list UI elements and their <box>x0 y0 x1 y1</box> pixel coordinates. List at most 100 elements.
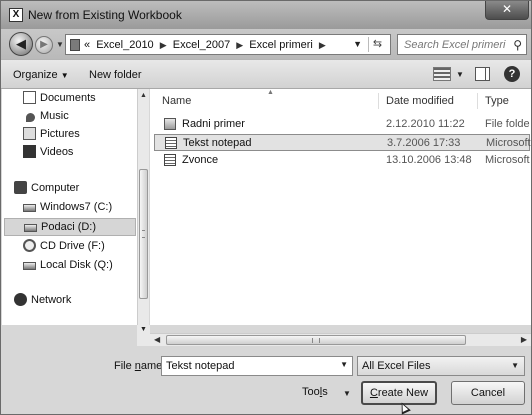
file-row-tekst-notepad[interactable]: Tekst notepad 3.7.2006 17:33 Microsoft <box>154 134 531 151</box>
nav-item-music[interactable]: Music <box>19 108 134 126</box>
file-type: Microsoft <box>485 154 530 166</box>
chevron-down-icon: ▼ <box>60 71 69 80</box>
nav-item-label: Computer <box>31 182 80 194</box>
scroll-thumb[interactable] <box>166 335 466 345</box>
forward-button[interactable]: ▶ <box>35 36 53 54</box>
new-folder-button[interactable]: New folder <box>89 69 142 81</box>
window-title: New from Existing Workbook <box>28 8 182 22</box>
recent-pages-dropdown[interactable]: ▼ <box>56 40 64 49</box>
file-type-value: All Excel Files <box>362 360 431 372</box>
drive-icon <box>23 262 36 270</box>
sort-ascending-icon: ▲ <box>267 89 274 96</box>
network-icon <box>14 293 27 306</box>
breadcrumb-overflow[interactable]: « <box>84 39 90 51</box>
scroll-right-icon[interactable]: ▶ <box>521 335 527 344</box>
navigation-pane: Documents Music Pictures Videos Computer… <box>2 89 137 325</box>
chevron-down-icon[interactable]: ▼ <box>340 360 348 369</box>
cd-drive-icon <box>23 239 36 252</box>
file-type: Microsoft <box>486 137 531 149</box>
refresh-icon[interactable]: ⇆ <box>368 37 386 52</box>
file-date: 2.12.2010 11:22 <box>386 118 465 130</box>
search-icon[interactable]: ⚲ <box>513 38 522 52</box>
excel-file-icon <box>164 154 176 166</box>
file-name-label: File name: <box>114 360 166 372</box>
chevron-down-icon[interactable]: ▼ <box>456 70 464 79</box>
column-header-type[interactable]: Type <box>485 95 509 107</box>
chevron-down-icon[interactable]: ▼ <box>343 389 351 398</box>
title-bar[interactable]: X New from Existing Workbook ✕ <box>1 1 531 29</box>
nav-item-documents[interactable]: Documents <box>19 90 134 108</box>
dialog-footer: File name: ▼ All Excel Files ▼ Tools ▼ C… <box>1 346 531 415</box>
file-date: 13.10.2006 13:48 <box>386 154 472 166</box>
command-bar: Organize ▼ New folder ▼ ? <box>1 59 531 89</box>
help-icon[interactable]: ? <box>504 66 520 82</box>
nav-item-computer[interactable]: Computer <box>10 180 134 198</box>
scroll-up-icon[interactable]: ▲ <box>140 92 147 99</box>
file-name-input[interactable] <box>162 357 332 375</box>
nav-item-podaci[interactable]: Podaci (D:) <box>4 218 136 236</box>
nav-item-network[interactable]: Network <box>10 292 134 310</box>
nav-item-label: Music <box>40 110 69 122</box>
file-type-select[interactable]: All Excel Files ▼ <box>357 356 525 376</box>
column-header-name[interactable]: Name <box>162 95 191 107</box>
folder-icon <box>70 39 80 51</box>
navigation-scrollbar[interactable]: ▲ <box>137 89 149 325</box>
address-bar[interactable]: « Excel_2010 ▶ Excel_2007 ▶ Excel primer… <box>65 34 391 55</box>
nav-item-label: Local Disk (Q:) <box>40 259 113 271</box>
chevron-right-icon[interactable]: ▶ <box>319 40 326 50</box>
nav-item-label: Videos <box>40 146 74 158</box>
file-name: Tekst notepad <box>183 137 252 149</box>
search-input[interactable]: Search Excel primeri ⚲ <box>397 34 527 55</box>
nav-item-label: Network <box>31 294 72 306</box>
search-placeholder: Search Excel primeri <box>404 39 506 51</box>
column-header-date[interactable]: Date modified <box>386 95 454 107</box>
nav-item-videos[interactable]: Videos <box>19 144 134 162</box>
dialog-window: X New from Existing Workbook ✕ ◀ ▶ ▼ « E… <box>0 0 532 415</box>
music-icon <box>26 113 35 122</box>
breadcrumb-item[interactable]: Excel_2010 <box>96 39 154 51</box>
scroll-left-icon[interactable]: ◀ <box>154 335 160 344</box>
cancel-button[interactable]: Cancel <box>451 381 525 405</box>
organize-button[interactable]: Organize ▼ <box>13 69 69 81</box>
nav-item-pictures[interactable]: Pictures <box>19 126 134 144</box>
chevron-down-icon[interactable]: ▼ <box>353 39 362 49</box>
grip-icon <box>312 338 320 343</box>
excel-app-icon: X <box>9 8 23 22</box>
column-divider[interactable] <box>477 93 478 109</box>
nav-item-label: Documents <box>40 92 96 104</box>
nav-item-label: CD Drive (F:) <box>40 240 105 252</box>
breadcrumb: « Excel_2010 ▶ Excel_2007 ▶ Excel primer… <box>84 39 329 51</box>
file-name: Zvonce <box>182 154 219 166</box>
computer-icon <box>14 181 27 194</box>
file-row-radni-primer[interactable]: Radni primer 2.12.2010 11:22 File folde <box>154 116 530 133</box>
file-row-zvonce[interactable]: Zvonce 13.10.2006 13:48 Microsoft <box>154 152 530 169</box>
back-button[interactable]: ◀ <box>9 32 33 56</box>
excel-file-icon <box>165 137 177 149</box>
nav-item-label: Podaci (D:) <box>41 221 97 233</box>
chevron-right-icon[interactable]: ▶ <box>236 40 243 50</box>
chevron-right-icon[interactable]: ▶ <box>160 40 167 50</box>
nav-item-local-disk[interactable]: Local Disk (Q:) <box>19 257 134 275</box>
column-divider[interactable] <box>378 93 379 109</box>
pictures-icon <box>23 127 36 140</box>
preview-pane-icon[interactable] <box>475 67 490 81</box>
nav-item-label: Pictures <box>40 128 80 140</box>
scroll-thumb[interactable] <box>139 169 148 299</box>
file-list: ▲ Name Date modified Type Radni primer 2… <box>150 89 531 325</box>
horizontal-scrollbar[interactable]: ◀ ▶ <box>150 333 531 346</box>
nav-item-cd-drive[interactable]: CD Drive (F:) <box>19 238 134 256</box>
breadcrumb-item[interactable]: Excel primeri <box>249 39 313 51</box>
file-name-field[interactable]: ▼ <box>161 356 353 376</box>
file-type: File folde <box>485 118 530 130</box>
close-button[interactable]: ✕ <box>485 1 529 20</box>
scroll-down-button[interactable]: ▼ <box>137 325 150 346</box>
breadcrumb-item[interactable]: Excel_2007 <box>173 39 231 51</box>
create-new-button[interactable]: Create New <box>361 381 437 405</box>
grip-icon <box>142 230 145 238</box>
scroll-down-icon[interactable]: ▼ <box>140 326 147 333</box>
nav-item-label: Windows7 (C:) <box>40 201 113 213</box>
videos-icon <box>23 145 36 158</box>
views-icon[interactable] <box>433 67 451 81</box>
tools-button[interactable]: Tools <box>302 386 328 398</box>
nav-item-windows7[interactable]: Windows7 (C:) <box>19 199 134 217</box>
